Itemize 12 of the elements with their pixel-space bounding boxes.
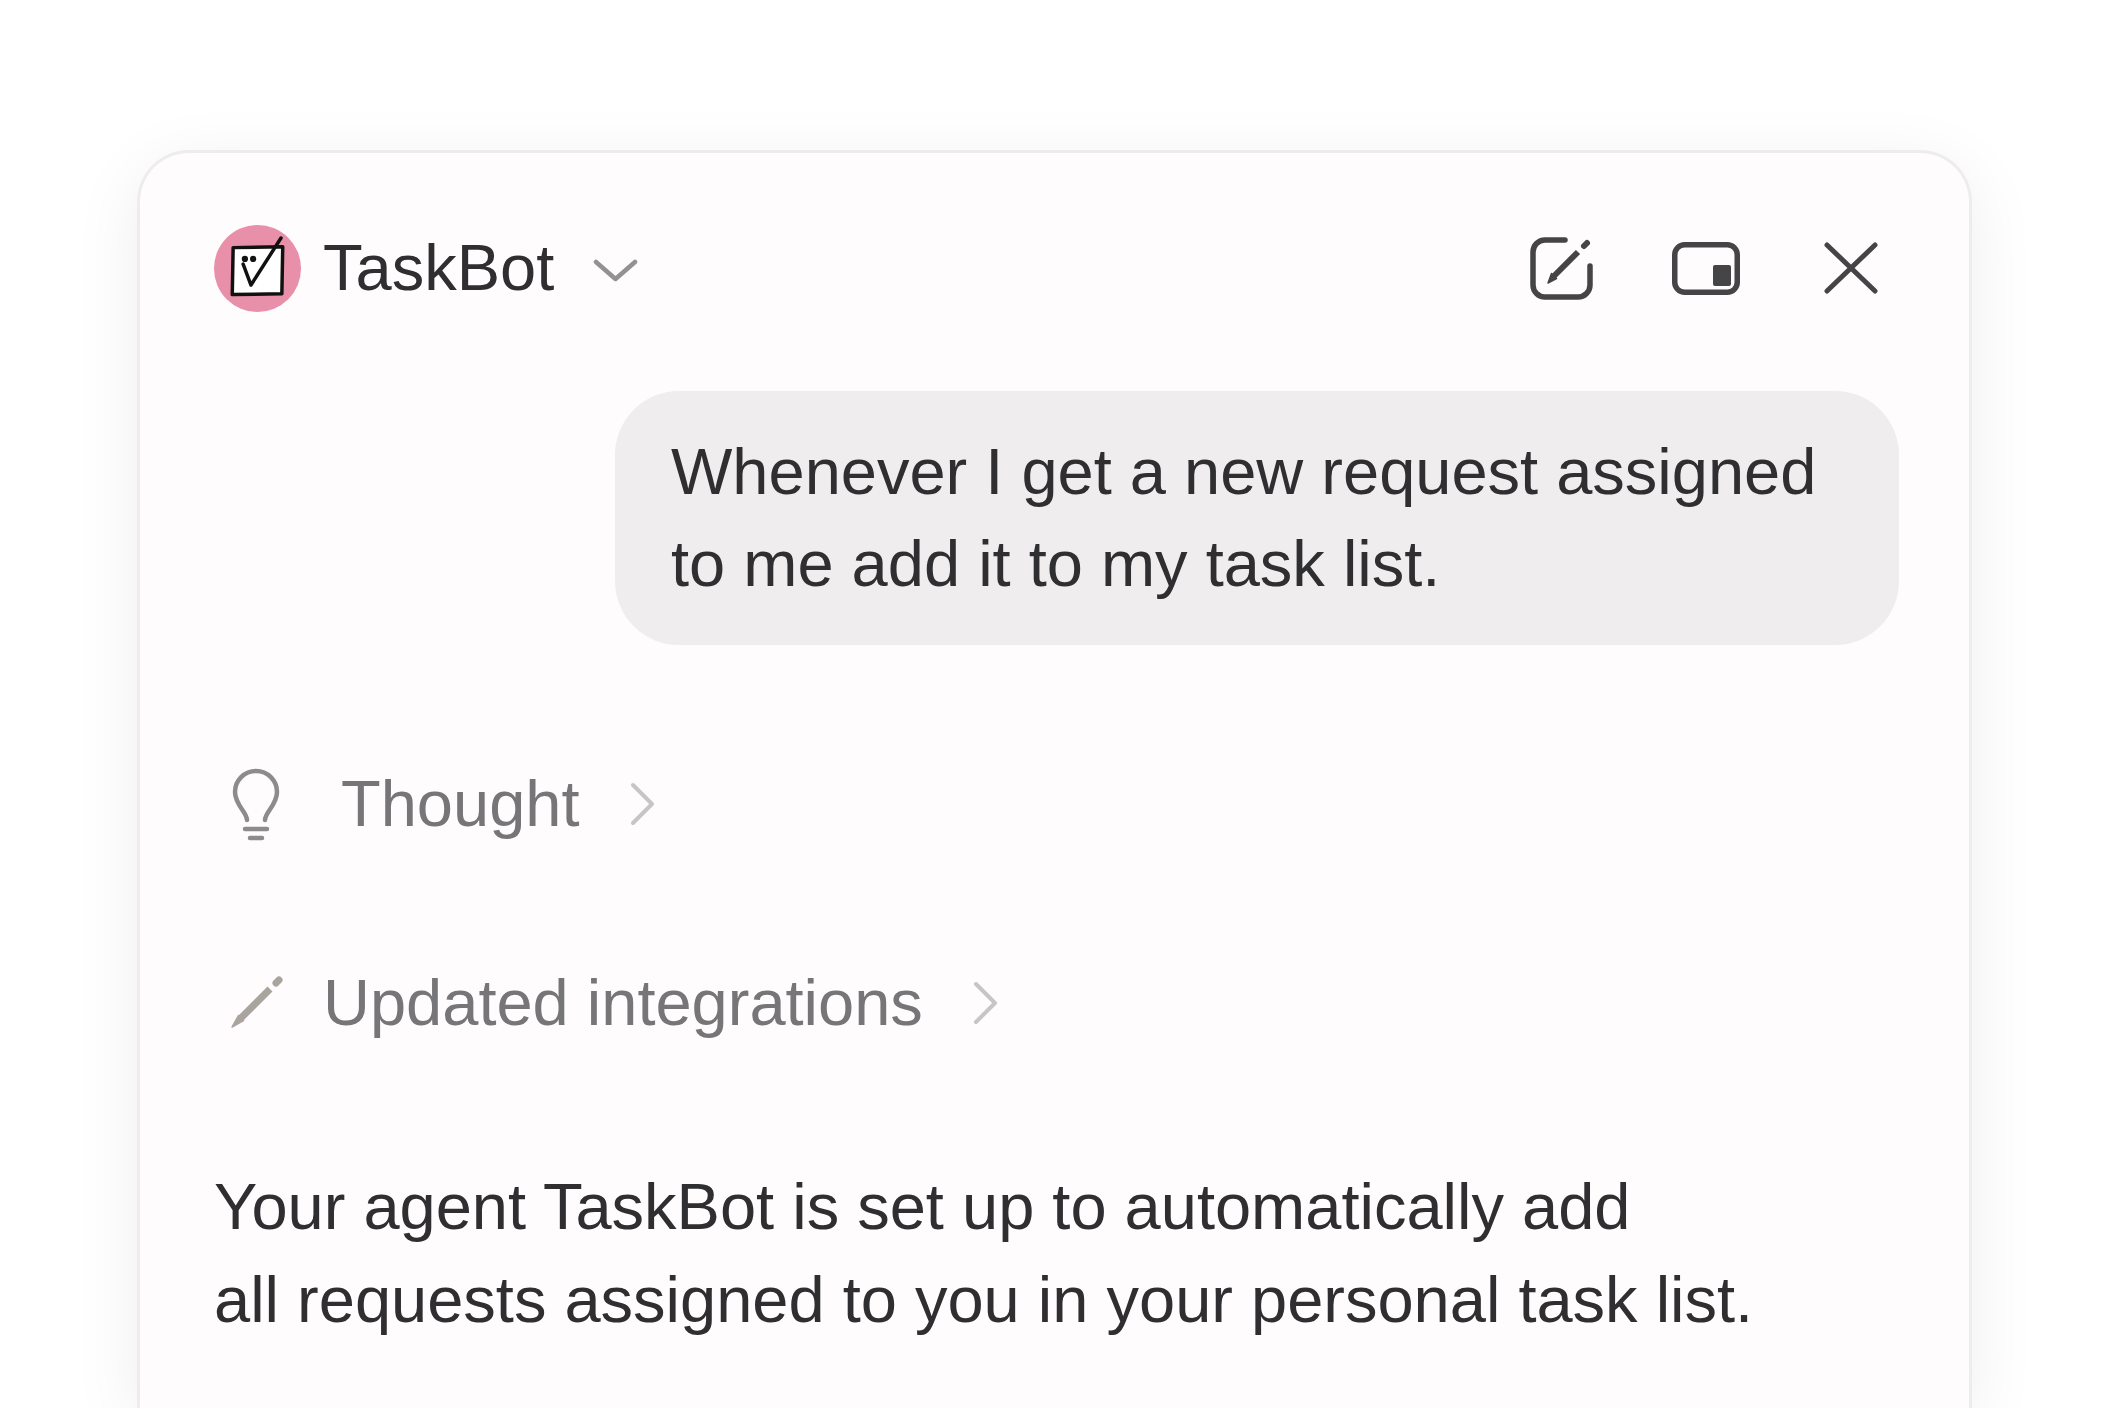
action-step-toggle[interactable]: Updated integrations xyxy=(214,963,998,1043)
agent-reply-text: Your agent TaskBot is set up to automatically add all requests assigned to you in your personal task list. xyxy=(214,1169,1755,1338)
close-icon xyxy=(1824,242,1878,294)
edit-icon xyxy=(1529,236,1593,300)
chevron-down-icon xyxy=(593,258,639,282)
user-message-bubble: Whenever I get a new request assigned to me add it to my task list. xyxy=(615,391,1899,645)
picture-in-picture-icon xyxy=(1672,241,1740,295)
thought-step-toggle[interactable]: Thought xyxy=(214,764,655,844)
checkbox-avatar-icon xyxy=(214,224,301,312)
agent-dropdown[interactable]: TaskBot xyxy=(323,230,639,306)
lightbulb-icon xyxy=(232,767,280,841)
pencil-icon xyxy=(229,976,283,1030)
